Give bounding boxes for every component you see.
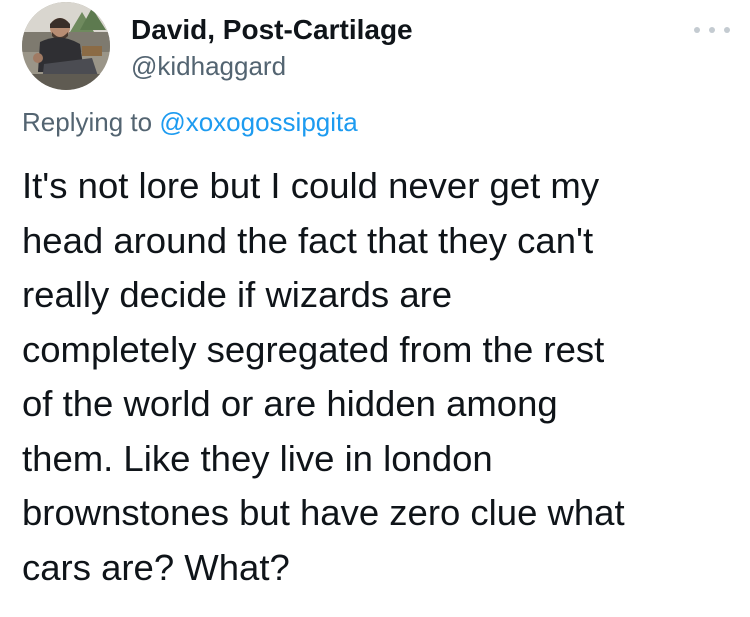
more-options-icon-dot bbox=[724, 27, 730, 33]
tweet-card: David, Post-Cartilage @kidhaggard Replyi… bbox=[0, 0, 750, 617]
more-options-icon-dot bbox=[709, 27, 715, 33]
tweet-text-line: of the world or are hidden among bbox=[22, 383, 558, 424]
replying-to-line: Replying to @xoxogossipgita bbox=[22, 105, 358, 139]
tweet-text-line: brownstones but have zero clue what bbox=[22, 492, 625, 533]
reply-target-link[interactable]: @xoxogossipgita bbox=[159, 107, 357, 137]
replying-to-label: Replying to bbox=[22, 107, 153, 137]
more-options-button[interactable] bbox=[694, 20, 730, 40]
avatar[interactable] bbox=[22, 2, 110, 90]
tweet-text-line: cars are? What? bbox=[22, 546, 290, 588]
tweet-text-line: them. Like they live in london bbox=[22, 437, 493, 479]
profile-photo-icon bbox=[22, 2, 110, 90]
tweet-text-line: It's not lore but I could never get my bbox=[22, 165, 600, 206]
user-info: David, Post-Cartilage @kidhaggard bbox=[131, 14, 413, 82]
tweet-text: It's not lore but I could never get my h… bbox=[22, 159, 734, 595]
tweet-text-line: head around the fact that they can't bbox=[22, 219, 594, 261]
more-options-icon bbox=[694, 27, 700, 33]
tweet-text-line: really decide if wizards are bbox=[22, 274, 453, 315]
display-name[interactable]: David, Post-Cartilage bbox=[131, 14, 413, 46]
tweet-text-line: completely segregated from the rest bbox=[22, 328, 605, 370]
user-handle[interactable]: @kidhaggard bbox=[131, 50, 413, 82]
